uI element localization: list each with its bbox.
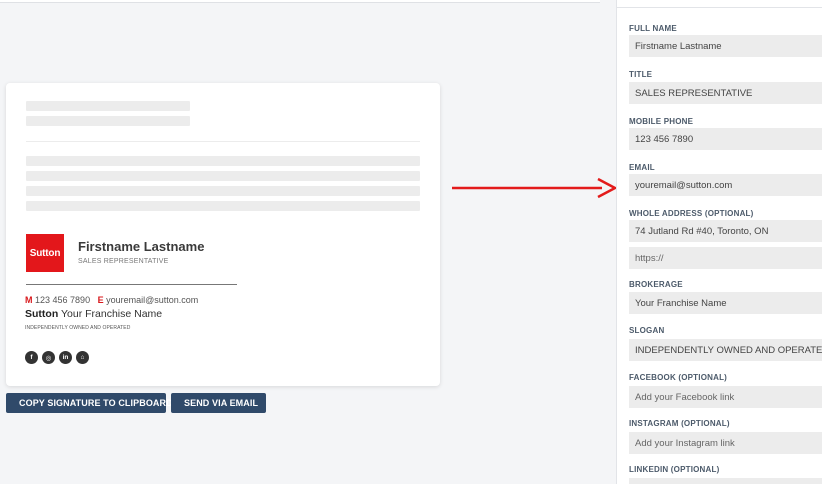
email-body-placeholder <box>26 201 420 211</box>
title-input[interactable]: SALES REPRESENTATIVE <box>629 82 822 104</box>
brokerage-label: BROKERAGE <box>629 280 683 289</box>
instagram-icon: ◎ <box>42 351 55 364</box>
signature-title: SALES REPRESENTATIVE <box>78 258 169 265</box>
email-prefix: E <box>97 295 104 305</box>
linkedin-label: LINKEDIN (OPTIONAL) <box>629 465 720 474</box>
signature-rule <box>26 284 237 285</box>
company-brand: Sutton <box>25 308 59 320</box>
divider <box>26 141 420 142</box>
signature-slogan: INDEPENDENTLY OWNED AND OPERATED <box>25 325 131 331</box>
brokerage-input[interactable]: Your Franchise Name <box>629 292 822 314</box>
logo-text: Sutton <box>29 247 61 259</box>
send-via-email-button[interactable]: SEND VIA EMAIL <box>171 393 266 413</box>
mobile-phone-label: MOBILE PHONE <box>629 117 694 126</box>
panel-top-border <box>617 7 822 8</box>
linkedin-icon: in <box>59 351 72 364</box>
copy-signature-label: COPY SIGNATURE TO CLIPBOARD <box>19 398 173 408</box>
email-body-placeholder <box>26 171 420 181</box>
email-body-placeholder <box>26 186 420 196</box>
title-label: TITLE <box>629 70 653 79</box>
facebook-input[interactable]: Add your Facebook link <box>629 386 822 408</box>
company-name: Your Franchise Name <box>60 308 163 320</box>
signature-email: youremail@sutton.com <box>106 295 199 305</box>
email-input[interactable]: youremail@sutton.com <box>629 174 822 196</box>
website-input[interactable]: https:// <box>629 247 822 269</box>
sutton-logo: Sutton <box>26 234 64 272</box>
facebook-icon: f <box>25 351 38 364</box>
email-body-placeholder <box>26 156 420 166</box>
mobile-phone-input[interactable]: 123 456 7890 <box>629 128 822 150</box>
top-bar <box>0 0 600 3</box>
slogan-label: SLOGAN <box>629 326 665 335</box>
full-name-label: FULL NAME <box>629 24 677 33</box>
form-panel: FULL NAME Firstname Lastname TITLE SALES… <box>616 0 822 484</box>
email-label: EMAIL <box>629 163 655 172</box>
copy-signature-button[interactable]: COPY SIGNATURE TO CLIPBOARD <box>6 393 173 413</box>
signature-contact: M 123 456 7890 E youremail@sutton.com <box>25 295 198 305</box>
send-via-email-label: SEND VIA EMAIL <box>184 398 259 408</box>
signature-mobile: 123 456 7890 <box>35 295 91 305</box>
signature-company: Sutton Your Franchise Name <box>25 308 162 320</box>
instagram-label: INSTAGRAM (OPTIONAL) <box>629 419 730 428</box>
red-arrow <box>452 177 617 199</box>
signature-preview-card: Sutton Firstname Lastname SALES REPRESEN… <box>6 83 440 386</box>
linkedin-input[interactable] <box>629 478 822 484</box>
facebook-label: FACEBOOK (OPTIONAL) <box>629 373 728 382</box>
house-icon: ⌂ <box>76 351 89 364</box>
instagram-input[interactable]: Add your Instagram link <box>629 432 822 454</box>
mobile-prefix: M <box>25 295 33 305</box>
address-label: WHOLE ADDRESS (OPTIONAL) <box>629 209 754 218</box>
email-header-placeholder <box>26 101 190 111</box>
address-input[interactable]: 74 Jutland Rd #40, Toronto, ON <box>629 220 822 242</box>
email-header-placeholder <box>26 116 190 126</box>
full-name-input[interactable]: Firstname Lastname <box>629 35 822 57</box>
signature-name: Firstname Lastname <box>78 239 205 254</box>
social-icons: f ◎ in ⌂ <box>25 351 89 364</box>
slogan-input[interactable]: INDEPENDENTLY OWNED AND OPERATED <box>629 339 822 361</box>
